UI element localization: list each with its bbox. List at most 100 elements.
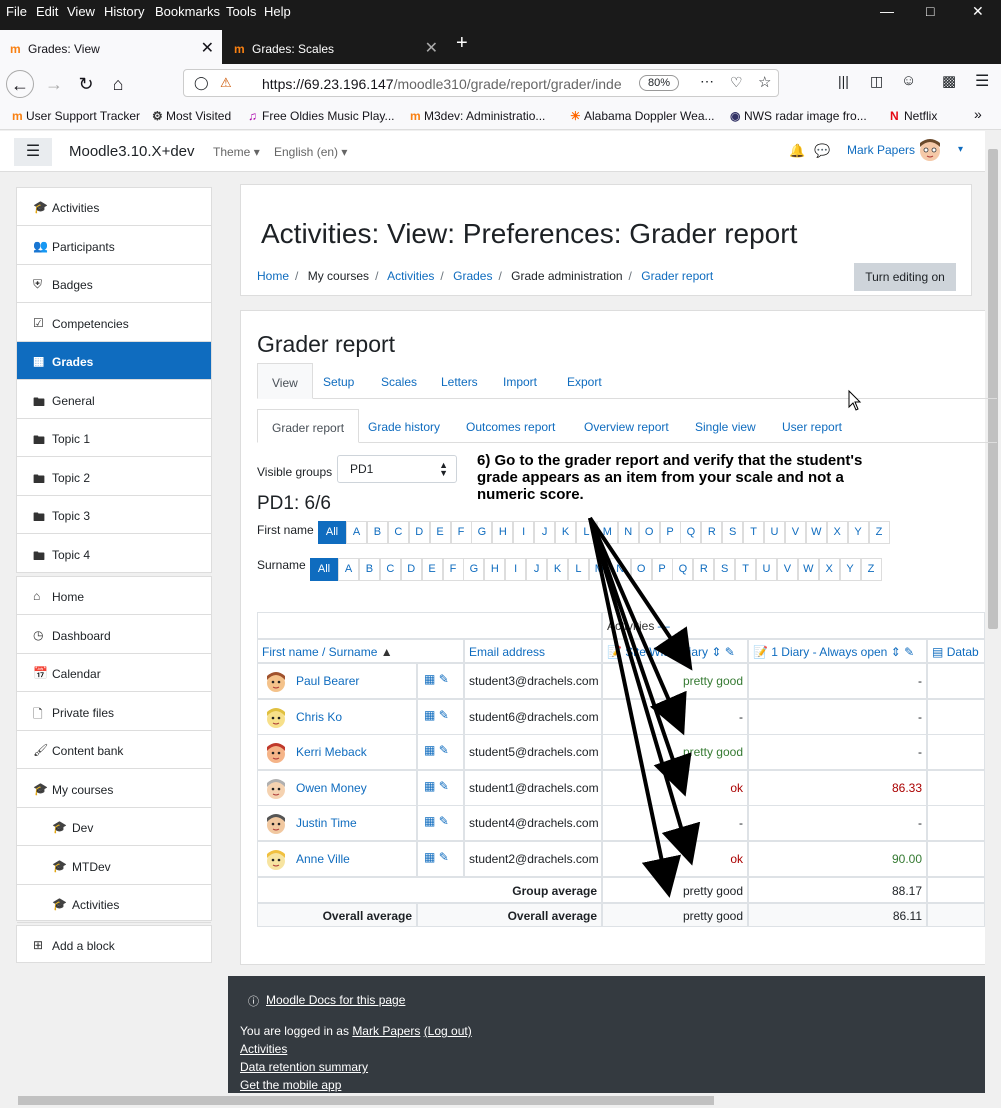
theme-dropdown[interactable]: Theme ▾	[213, 145, 260, 159]
filter-letter-button[interactable]: P	[659, 521, 681, 544]
mobile-app-link[interactable]: Get the mobile app	[240, 1078, 341, 1092]
column-email-header[interactable]: Email address	[464, 639, 602, 663]
logged-user-link[interactable]: Mark Papers	[352, 1024, 420, 1038]
filter-letter-button[interactable]: V	[784, 521, 806, 544]
table-icon[interactable]: ▦	[424, 779, 435, 793]
nav-item-activities[interactable]: 🎓 Activities	[17, 885, 211, 923]
nav-item-badges[interactable]: ⛨ Badges	[17, 265, 211, 303]
footer-activities-link[interactable]: Activities	[240, 1042, 287, 1056]
col-diary1-label[interactable]: 1 Diary - Always open	[771, 645, 887, 659]
filter-letter-button[interactable]: Z	[860, 558, 882, 581]
column-site-diary-header[interactable]: 📝 Site Wide Diary ⇕ ✎	[602, 639, 748, 663]
filter-letter-button[interactable]: R	[701, 521, 723, 544]
nav-item-competencies[interactable]: ☑ Competencies	[17, 304, 211, 342]
new-tab-icon[interactable]: +	[456, 32, 468, 55]
minimize-icon[interactable]: —	[880, 3, 894, 19]
language-dropdown[interactable]: English (en) ▾	[274, 145, 347, 159]
filter-letter-button[interactable]: B	[358, 558, 380, 581]
site-name[interactable]: Moodle3.10.X+dev	[69, 143, 195, 160]
col-site-diary-label[interactable]: Site Wide Diary	[625, 645, 708, 659]
moodle-docs-link[interactable]: Moodle Docs for this page	[266, 993, 405, 1007]
grade-site-diary[interactable]: ok	[602, 769, 748, 806]
bookmark-item[interactable]: m User Support Tracker	[12, 109, 140, 123]
filter-letter-button[interactable]: N	[609, 558, 631, 581]
grade-datab[interactable]	[927, 734, 985, 771]
filter-letter-button[interactable]: F	[442, 558, 464, 581]
grade-datab[interactable]	[927, 841, 985, 877]
filter-letter-button[interactable]: A	[346, 521, 367, 544]
edit-icon[interactable]: ✎	[439, 708, 449, 722]
filter-letter-button[interactable]: A	[338, 558, 359, 581]
filter-letter-button[interactable]: G	[471, 521, 493, 544]
nav-item-topic-3[interactable]: 🖿 Topic 3	[17, 496, 211, 534]
collapse-icon[interactable]: —	[658, 619, 670, 633]
nav-item-content-bank[interactable]: 🖌 Content bank	[17, 731, 211, 769]
tab-scales[interactable]: Scales	[367, 363, 431, 399]
drawer-toggle-icon[interactable]: ☰	[14, 138, 52, 166]
grade-datab[interactable]	[927, 805, 985, 842]
tab-user-report[interactable]: User report	[768, 409, 856, 443]
filter-letter-button[interactable]: H	[484, 558, 506, 581]
column-name-header[interactable]: First name / Surname ▲	[257, 639, 464, 663]
nav-item-home[interactable]: ⌂ Home	[17, 577, 211, 615]
scrollbar-thumb[interactable]	[18, 1096, 714, 1105]
vertical-scrollbar[interactable]	[985, 131, 1001, 1093]
filter-letter-button[interactable]: S	[714, 558, 736, 581]
visible-groups-select[interactable]: PD1 ▲ ▼	[337, 455, 457, 483]
bookmark-item[interactable]: ♫ Free Oldies Music Play...	[248, 109, 394, 123]
edit-icon[interactable]: ✎	[439, 814, 449, 828]
menu-bookmarks[interactable]: Bookmarks	[155, 4, 220, 19]
tab-view[interactable]: View	[257, 363, 313, 399]
tab-export[interactable]: Export	[553, 363, 616, 399]
filter-letter-button[interactable]: I	[505, 558, 527, 581]
maximize-icon[interactable]: □	[926, 3, 934, 19]
breadcrumb-grader-report[interactable]: Grader report	[641, 269, 713, 283]
more-actions-icon[interactable]: ⋯	[700, 73, 714, 90]
menu-tools[interactable]: Tools	[226, 4, 256, 19]
column-diary1-header[interactable]: 📝 1 Diary - Always open ⇕ ✎	[748, 639, 927, 663]
grade-site-diary[interactable]: pretty good	[602, 663, 748, 699]
table-icon[interactable]: ▦	[424, 850, 435, 864]
tab-letters[interactable]: Letters	[427, 363, 492, 399]
add-block-button[interactable]: ⊞ Add a block	[17, 926, 211, 964]
bookmark-item[interactable]: ⚙ Most Visited	[152, 109, 231, 123]
tab-single-view[interactable]: Single view	[681, 409, 770, 443]
filter-letter-button[interactable]: O	[630, 558, 652, 581]
filter-letter-button[interactable]: X	[818, 558, 840, 581]
student-name-link[interactable]: Anne Ville	[296, 852, 350, 866]
filter-letter-button[interactable]: E	[421, 558, 443, 581]
grade-site-diary[interactable]: ok	[602, 841, 748, 877]
filter-letter-button[interactable]: X	[826, 521, 848, 544]
menu-file[interactable]: File	[6, 4, 27, 19]
filter-all-button[interactable]: All	[310, 558, 338, 581]
tab-grader-report[interactable]: Grader report	[257, 409, 360, 443]
grade-diary1[interactable]: -	[748, 734, 927, 771]
filter-letter-button[interactable]: K	[547, 558, 568, 581]
grade-site-diary[interactable]: -	[602, 805, 748, 842]
tab-grade-history[interactable]: Grade history	[354, 409, 454, 443]
lock-warning-icon[interactable]: ⚠	[220, 75, 232, 91]
filter-letter-button[interactable]: P	[651, 558, 673, 581]
nav-item-activities[interactable]: 🎓 Activities	[17, 188, 211, 226]
menu-edit[interactable]: Edit	[36, 4, 58, 19]
filter-letter-button[interactable]: H	[492, 521, 514, 544]
nav-item-private-files[interactable]: 🗋 Private files	[17, 693, 211, 731]
grade-datab[interactable]	[927, 663, 985, 699]
bookmarks-overflow-icon[interactable]: »	[974, 106, 982, 122]
filter-letter-button[interactable]: M	[588, 558, 610, 581]
horizontal-scrollbar[interactable]	[0, 1093, 1001, 1108]
student-name-link[interactable]: Owen Money	[296, 781, 367, 795]
student-name-link[interactable]: Paul Bearer	[296, 674, 359, 688]
edit-icon[interactable]: ✎	[439, 850, 449, 864]
breadcrumb-activities[interactable]: Activities	[387, 269, 434, 283]
message-icon[interactable]: 💬	[814, 143, 830, 159]
nav-item-dashboard[interactable]: ◷ Dashboard	[17, 616, 211, 654]
filter-letter-button[interactable]: Y	[847, 521, 869, 544]
menu-history[interactable]: History	[104, 4, 144, 19]
account-icon[interactable]: ☺	[901, 72, 916, 89]
tab-grades-view[interactable]: m Grades: View ✕	[0, 30, 222, 64]
edit-icon[interactable]: ✎	[725, 645, 735, 659]
filter-letter-button[interactable]: I	[513, 521, 535, 544]
chevron-down-icon[interactable]: ▾	[958, 144, 963, 155]
breadcrumb-home[interactable]: Home	[257, 269, 289, 283]
